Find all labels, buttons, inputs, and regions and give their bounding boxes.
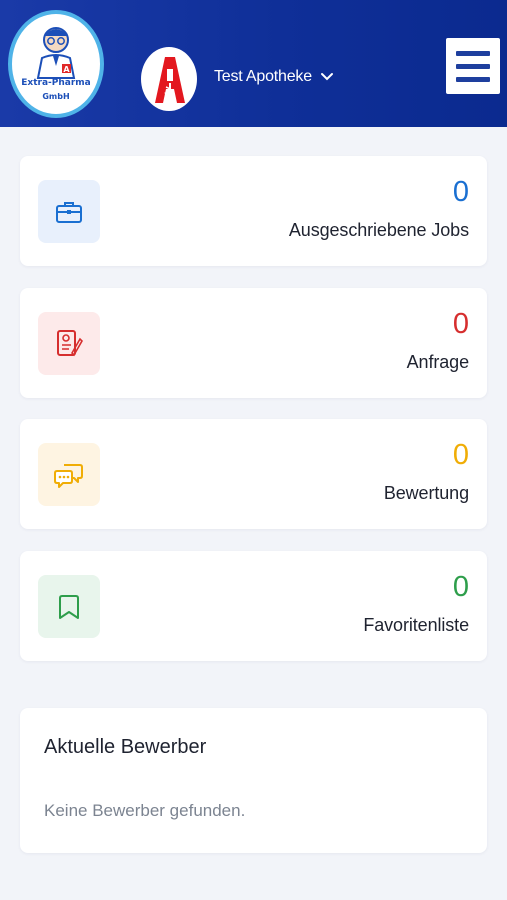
logo-line-1: Extra-Pharma: [21, 78, 91, 88]
apotheke-a-icon: [155, 57, 185, 103]
stat-icon-box: [38, 575, 100, 638]
chat-bubbles-icon: [54, 463, 83, 488]
stat-label: Ausgeschriebene Jobs: [288, 220, 469, 240]
chevron-down-icon: [320, 73, 333, 81]
stat-icon-box: [38, 312, 100, 375]
stat-icon-box: [38, 443, 100, 506]
menu-bar: [456, 63, 490, 69]
menu-bar: [456, 50, 490, 56]
company-logo[interactable]: A Extra-Pharma GmbH: [8, 10, 104, 118]
stat-label: Bewertung: [383, 483, 469, 503]
stat-count: 0: [452, 571, 469, 603]
applicants-title: Aktuelle Bewerber: [44, 736, 207, 758]
menu-bar: [456, 76, 490, 82]
document-edit-icon: [57, 329, 83, 356]
stat-count: 0: [452, 176, 469, 208]
applicants-empty-message: Keine Bewerber gefunden.: [44, 801, 246, 820]
stat-label: Anfrage: [406, 352, 469, 372]
logo-line-2: GmbH: [42, 92, 70, 101]
stat-label: Favoritenliste: [363, 615, 469, 635]
briefcase-icon: [56, 201, 82, 223]
pharmacy-selector[interactable]: Test Apotheke: [214, 68, 334, 86]
current-applicants-card: Aktuelle Bewerber Keine Bewerber gefunde…: [20, 708, 487, 853]
hamburger-menu-button[interactable]: [446, 38, 500, 94]
stat-count: 0: [452, 308, 469, 340]
stat-card-jobs[interactable]: 0 Ausgeschriebene Jobs: [20, 156, 487, 266]
stat-card-reviews[interactable]: 0 Bewertung: [20, 419, 487, 529]
bookmark-icon: [59, 594, 79, 619]
stat-card-favorites[interactable]: 0 Favoritenliste: [20, 551, 487, 661]
pharmacist-avatar-icon: A: [36, 27, 76, 79]
stat-icon-box: [38, 180, 100, 243]
pharmacy-avatar[interactable]: [141, 47, 197, 111]
pharmacy-name-label: Test Apotheke: [214, 68, 312, 85]
svg-text:A: A: [63, 65, 70, 74]
stat-card-requests[interactable]: 0 Anfrage: [20, 288, 487, 398]
stat-count: 0: [452, 439, 469, 471]
app-header: A Extra-Pharma GmbH Test Apotheke: [0, 0, 507, 127]
